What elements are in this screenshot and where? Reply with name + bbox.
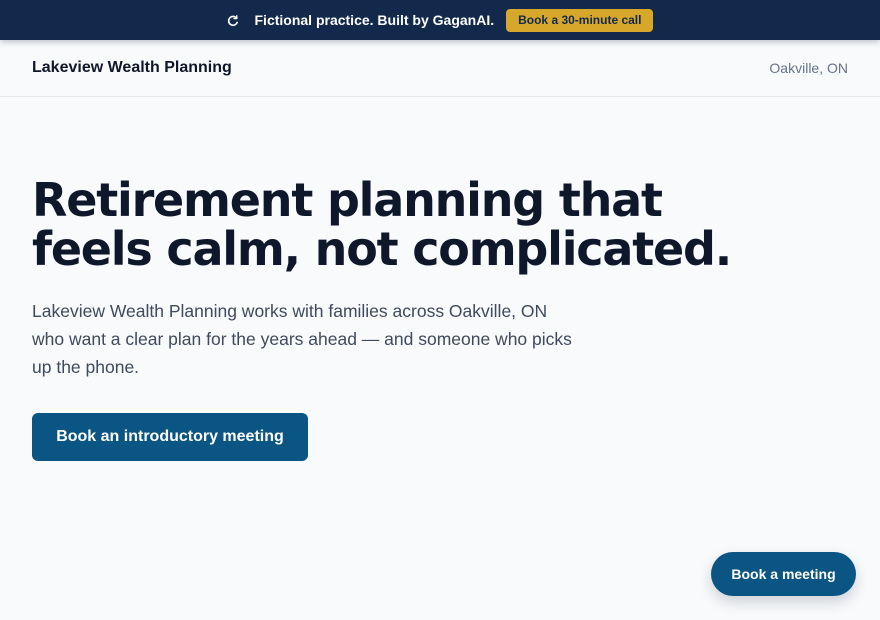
hero-subtitle-line: up the phone. (32, 357, 140, 377)
site-header: Lakeview Wealth Planning Oakville, ON (0, 40, 880, 97)
hero-subtitle-line: Lakeview Wealth Planning works with fami… (32, 301, 548, 321)
location-label: Oakville, ON (769, 60, 848, 76)
refresh-circle-icon (227, 14, 239, 27)
hero-subtitle: Lakeview Wealth Planning works with fami… (32, 297, 612, 381)
announcement-text: Fictional practice. Built by GaganAI. (254, 12, 495, 28)
announcement-bar: Fictional practice. Built by GaganAI. Bo… (0, 0, 880, 40)
floating-book-meeting-button[interactable]: Book a meeting (711, 552, 856, 596)
book-intro-meeting-button[interactable]: Book an introductory meeting (32, 413, 308, 461)
brand-name[interactable]: Lakeview Wealth Planning (32, 59, 232, 77)
hero-title-line: feels calm, not complicated. (32, 222, 732, 276)
book-call-button[interactable]: Book a 30-minute call (506, 8, 654, 32)
hero-subtitle-line: who want a clear plan for the years ahea… (32, 329, 572, 349)
hero-title-line: Retirement planning that (32, 173, 663, 227)
hero-title: Retirement planning that feels calm, not… (32, 176, 732, 274)
